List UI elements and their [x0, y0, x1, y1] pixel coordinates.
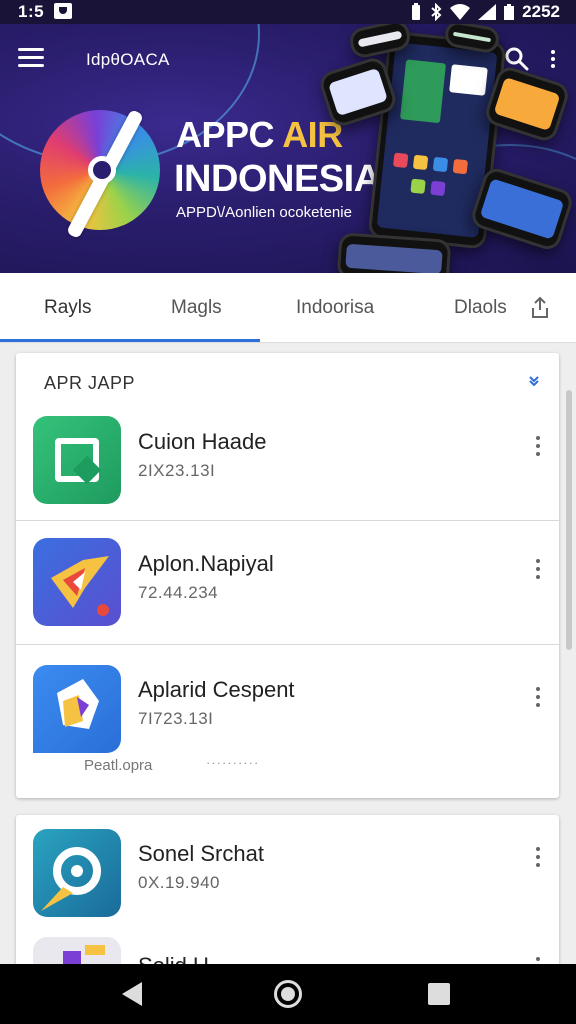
- tab-bar: Rayls Magls Indoorisa Dlaols: [0, 273, 576, 343]
- share-icon[interactable]: [530, 296, 550, 320]
- scrollbar[interactable]: [566, 390, 572, 650]
- app-icon-sonel: [33, 829, 121, 917]
- more-vert-icon[interactable]: [531, 436, 545, 460]
- more-vert-icon[interactable]: [531, 559, 545, 583]
- tab-magls[interactable]: Magls: [171, 273, 222, 343]
- app-list-card: APR JAPP Cuion Haade 2IX23.13I Aplon.Nap…: [16, 353, 559, 798]
- battery-saver-icon: [412, 3, 421, 20]
- tab-dlaols[interactable]: Dlaols: [454, 273, 507, 343]
- system-nav-bar: [0, 964, 576, 1024]
- app-caption: Peatl.opra: [84, 757, 153, 774]
- list-item[interactable]: Aplarid Cespent 7I723.13I Peatl.opra ···…: [16, 645, 559, 798]
- more-vert-icon[interactable]: [544, 46, 562, 72]
- phone-illustration: [336, 232, 452, 273]
- list-item[interactable]: Sonel Srchat 0X.19.940: [16, 815, 559, 935]
- list-item[interactable]: Cuion Haade 2IX23.13I: [16, 401, 559, 521]
- recents-icon[interactable]: [428, 983, 450, 1005]
- notification-icon: [54, 3, 72, 19]
- chevron-down-icon[interactable]: [527, 373, 541, 387]
- app-icon-aplarid: [33, 665, 121, 753]
- app-meta: 0X.19.940: [138, 873, 221, 892]
- app-meta: 72.44.234: [138, 583, 219, 602]
- brand-logo: [40, 108, 160, 240]
- back-icon[interactable]: [122, 982, 142, 1006]
- section-title: APR JAPP: [44, 373, 136, 393]
- status-clock: 2252: [522, 2, 560, 21]
- hero-title-line1: APPC AIR: [176, 114, 343, 155]
- app-caption-dots: ··········: [206, 755, 260, 770]
- status-time: 1:5: [18, 2, 45, 21]
- app-list-card: Sonel Srchat 0X.19.940 Solid U...: [16, 815, 559, 975]
- hero-banner: IdpθOACA APPC AIR INDONESIA APPD\/Aonlie…: [0, 24, 576, 273]
- app-name: Cuion Haade: [138, 429, 267, 454]
- app-meta: 7I723.13I: [138, 709, 214, 728]
- home-icon[interactable]: [274, 980, 302, 1008]
- app-bar-title: IdpθOACA: [86, 50, 170, 69]
- bluetooth-icon: [431, 3, 442, 21]
- app-meta: 2IX23.13I: [138, 461, 216, 480]
- app-name: Aplarid Cespent: [138, 677, 295, 702]
- app-name: Aplon.Napiyal: [138, 551, 274, 576]
- tab-rayls[interactable]: Rayls: [44, 273, 92, 343]
- tab-indoorisa[interactable]: Indoorisa: [296, 273, 374, 343]
- wifi-icon: [450, 4, 471, 20]
- list-item[interactable]: Aplon.Napiyal 72.44.234: [16, 521, 559, 645]
- hero-title-line2: INDONESIA: [174, 158, 381, 200]
- hero-subtitle: APPD\/Aonlien ocoketenie: [176, 204, 352, 221]
- tab-indicator: [0, 339, 260, 342]
- signal-icon: [478, 4, 497, 20]
- battery-icon: [504, 4, 515, 20]
- more-vert-icon[interactable]: [531, 847, 545, 871]
- app-name: Sonel Srchat: [138, 841, 264, 866]
- menu-icon[interactable]: [18, 48, 44, 68]
- app-icon-cuion: [33, 416, 121, 504]
- status-icons: 2252: [410, 2, 560, 22]
- status-bar: 1:5 2252: [0, 0, 576, 24]
- more-vert-icon[interactable]: [531, 687, 545, 711]
- app-icon-aplon: [33, 538, 121, 626]
